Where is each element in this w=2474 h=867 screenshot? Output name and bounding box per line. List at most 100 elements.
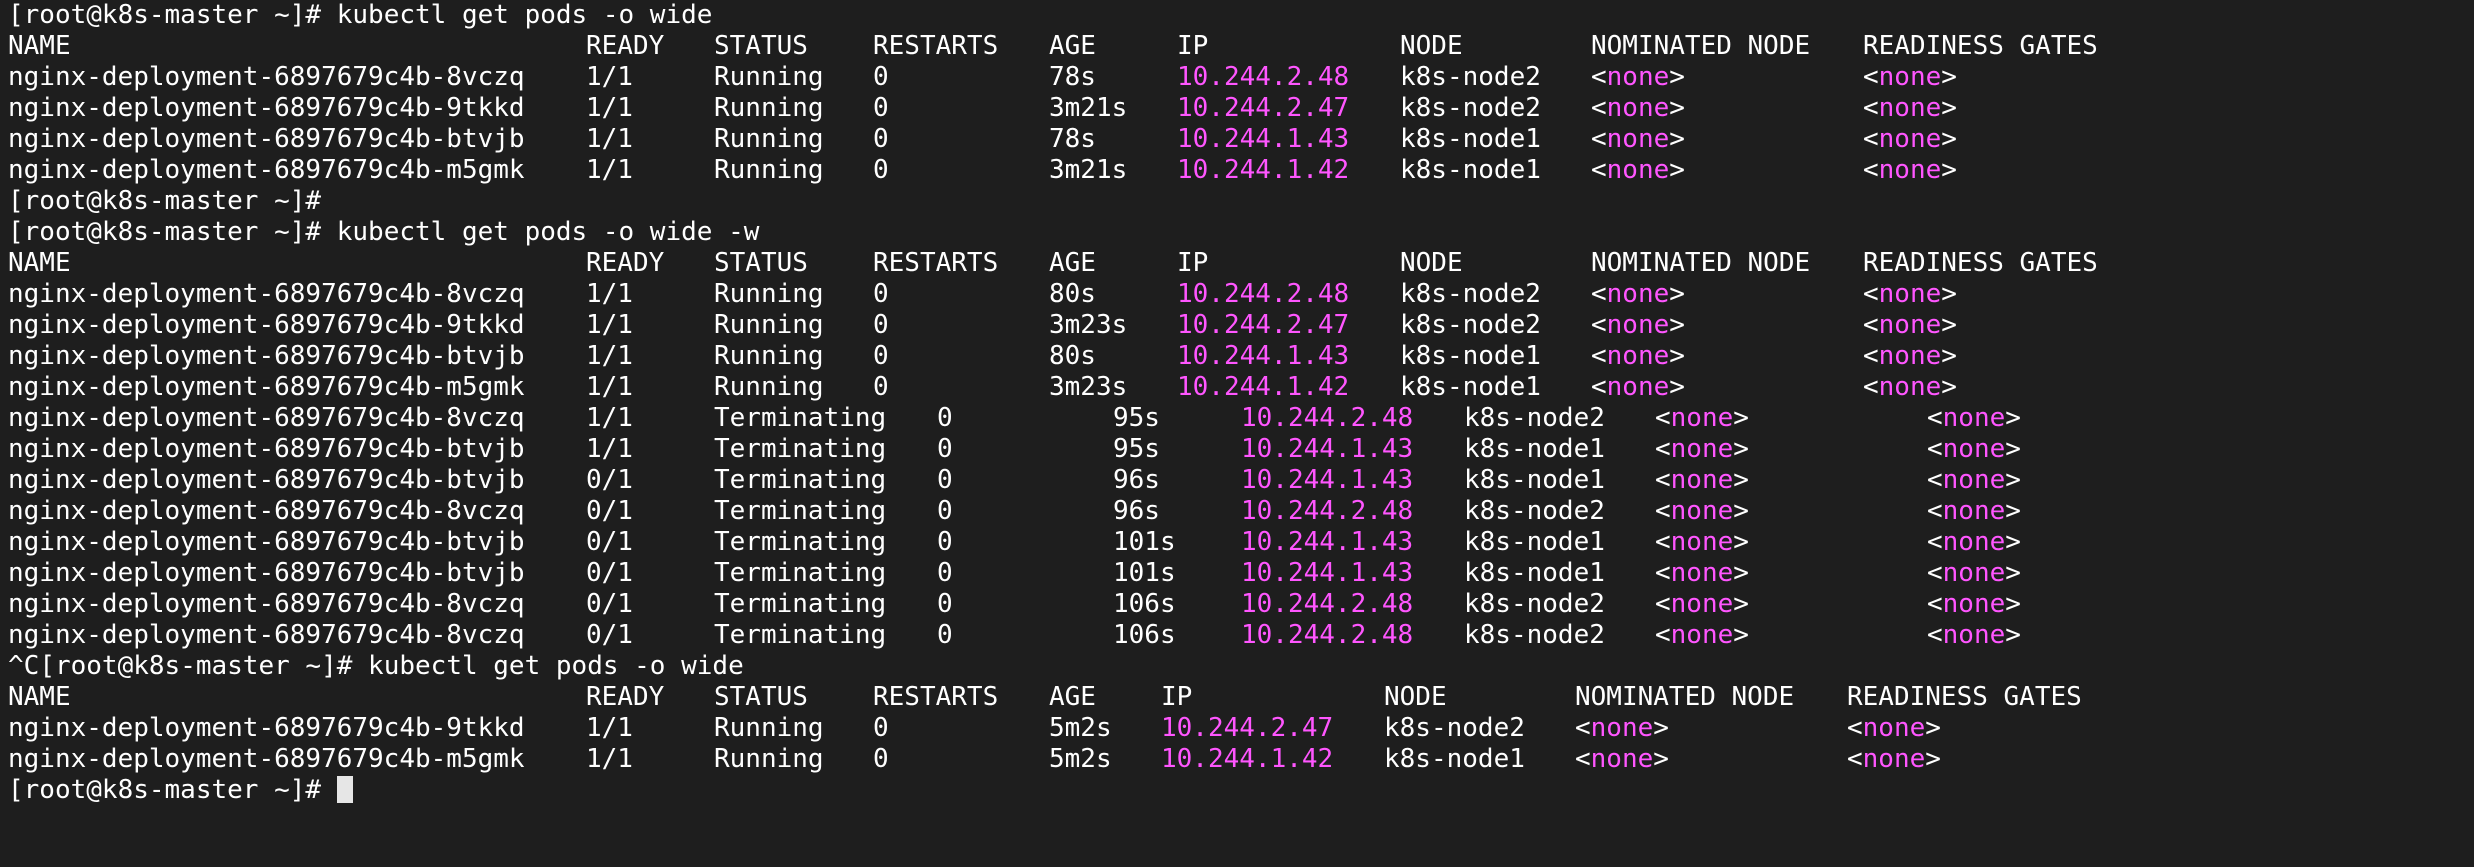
pod-name: nginx-deployment-6897679c4b-m5gmk xyxy=(8,744,525,774)
watch-event-row: nginx-deployment-6897679c4b-btvjb 0/1 Term… xyxy=(8,465,2474,496)
column-header: RESTARTS xyxy=(873,248,999,278)
ready-count: 0/1 xyxy=(586,465,633,495)
node-name: k8s-node2 xyxy=(1400,279,1541,309)
pod-age: 95s xyxy=(1113,403,1160,433)
table-row: nginx-deployment-6897679c4b-9tkkd 1/1 Runn… xyxy=(8,713,2474,744)
pod-ip: 10.244.1.42 xyxy=(1161,744,1334,774)
watch-event-row: nginx-deployment-6897679c4b-8vczq 1/1 Term… xyxy=(8,403,2474,434)
readiness-gates: <none> xyxy=(1927,403,2021,433)
restart-count: 0 xyxy=(937,403,953,433)
node-name: k8s-node1 xyxy=(1464,434,1605,464)
ready-count: 1/1 xyxy=(586,62,633,92)
pod-status: Terminating xyxy=(714,465,887,495)
pod-status: Terminating xyxy=(714,496,887,526)
pod-name: nginx-deployment-6897679c4b-8vczq xyxy=(8,589,525,619)
readiness-gates: <none> xyxy=(1927,465,2021,495)
node-name: k8s-node1 xyxy=(1464,527,1605,557)
pod-age: 3m21s xyxy=(1049,93,1128,123)
ready-count: 1/1 xyxy=(586,124,633,154)
column-header: NOMINATED NODE xyxy=(1575,682,1795,712)
table-row: nginx-deployment-6897679c4b-m5gmk 1/1 Runn… xyxy=(8,372,2474,403)
pod-status: Terminating xyxy=(714,527,887,557)
column-header: READY xyxy=(586,31,665,61)
restart-count: 0 xyxy=(937,527,953,557)
table-row: nginx-deployment-6897679c4b-8vczq 1/1 Runn… xyxy=(8,62,2474,93)
shell-prompt: [root@k8s-master ~]# xyxy=(8,186,337,216)
watch-event-row: nginx-deployment-6897679c4b-btvjb 1/1 Term… xyxy=(8,434,2474,465)
pod-name: nginx-deployment-6897679c4b-9tkkd xyxy=(8,93,525,123)
column-header: NAME xyxy=(8,31,71,61)
pod-age: 78s xyxy=(1049,62,1096,92)
pod-age: 3m23s xyxy=(1049,310,1128,340)
node-name: k8s-node2 xyxy=(1400,62,1541,92)
table-row: nginx-deployment-6897679c4b-9tkkd 1/1 Runn… xyxy=(8,93,2474,124)
column-header: READY xyxy=(586,248,665,278)
table-row: nginx-deployment-6897679c4b-btvjb 1/1 Runn… xyxy=(8,124,2474,155)
pod-age: 3m21s xyxy=(1049,155,1128,185)
readiness-gates: <none> xyxy=(1863,310,1957,340)
table-row: nginx-deployment-6897679c4b-9tkkd 1/1 Runn… xyxy=(8,310,2474,341)
shell-prompt: [root@k8s-master ~]# xyxy=(8,0,337,30)
ready-count: 1/1 xyxy=(586,279,633,309)
node-name: k8s-node1 xyxy=(1400,155,1541,185)
pod-ip: 10.244.1.43 xyxy=(1241,465,1414,495)
pod-ip: 10.244.2.48 xyxy=(1241,403,1414,433)
pod-age: 5m2s xyxy=(1049,744,1112,774)
column-header: IP xyxy=(1177,31,1209,61)
readiness-gates: <none> xyxy=(1927,496,2021,526)
nominated-node: <none> xyxy=(1591,279,1685,309)
nominated-node: <none> xyxy=(1655,465,1749,495)
ready-count: 0/1 xyxy=(586,620,633,650)
restart-count: 0 xyxy=(937,465,953,495)
pod-name: nginx-deployment-6897679c4b-8vczq xyxy=(8,496,525,526)
column-header: READINESS GATES xyxy=(1863,248,2098,278)
ready-count: 1/1 xyxy=(586,93,633,123)
pod-status: Running xyxy=(714,744,824,774)
pod-age: 95s xyxy=(1113,434,1160,464)
nominated-node: <none> xyxy=(1591,310,1685,340)
pod-ip: 10.244.2.47 xyxy=(1161,713,1334,743)
pod-status: Running xyxy=(714,279,824,309)
pod-age: 78s xyxy=(1049,124,1096,154)
pod-name: nginx-deployment-6897679c4b-m5gmk xyxy=(8,372,525,402)
pod-ip: 10.244.1.43 xyxy=(1241,527,1414,557)
column-header: NAME xyxy=(8,682,71,712)
readiness-gates: <none> xyxy=(1863,62,1957,92)
nominated-node: <none> xyxy=(1655,527,1749,557)
shell-prompt: [root@k8s-master ~]# xyxy=(8,775,337,805)
node-name: k8s-node2 xyxy=(1464,403,1605,433)
table-header: NAME READY STATUS RESTARTS AGE IP NODE NOMINATE… xyxy=(8,31,2474,62)
nominated-node: <none> xyxy=(1655,496,1749,526)
pod-ip: 10.244.1.43 xyxy=(1241,558,1414,588)
ready-count: 1/1 xyxy=(586,713,633,743)
pod-status: Running xyxy=(714,713,824,743)
terminal-window[interactable]: [root@k8s-master ~]# kubectl get pods -o… xyxy=(0,0,2474,867)
column-header: IP xyxy=(1161,682,1193,712)
pod-age: 106s xyxy=(1113,620,1176,650)
node-name: k8s-node2 xyxy=(1400,310,1541,340)
pod-name: nginx-deployment-6897679c4b-9tkkd xyxy=(8,310,525,340)
nominated-node: <none> xyxy=(1655,558,1749,588)
command-text: kubectl get pods -o wide xyxy=(336,0,713,30)
cursor-block[interactable] xyxy=(336,776,353,803)
pod-status: Running xyxy=(714,310,824,340)
node-name: k8s-node1 xyxy=(1400,341,1541,371)
restart-count: 0 xyxy=(873,744,889,774)
restart-count: 0 xyxy=(873,372,889,402)
prompt-line: ^C[root@k8s-master ~]# kubectl get pods … xyxy=(8,651,2474,682)
column-header: STATUS xyxy=(714,31,808,61)
node-name: k8s-node2 xyxy=(1464,589,1605,619)
ready-count: 0/1 xyxy=(586,589,633,619)
shell-prompt: [root@k8s-master ~]# xyxy=(39,651,369,681)
nominated-node: <none> xyxy=(1591,124,1685,154)
restart-count: 0 xyxy=(873,341,889,371)
table-row: nginx-deployment-6897679c4b-m5gmk 1/1 Runn… xyxy=(8,155,2474,186)
nominated-node: <none> xyxy=(1591,372,1685,402)
watch-event-row: nginx-deployment-6897679c4b-btvjb 0/1 Term… xyxy=(8,558,2474,589)
prompt-line: [root@k8s-master ~]# xyxy=(8,775,2474,806)
pod-name: nginx-deployment-6897679c4b-8vczq xyxy=(8,403,525,433)
pod-age: 106s xyxy=(1113,589,1176,619)
watch-event-row: nginx-deployment-6897679c4b-btvjb 0/1 Term… xyxy=(8,527,2474,558)
pod-ip: 10.244.1.43 xyxy=(1177,341,1350,371)
restart-count: 0 xyxy=(937,620,953,650)
